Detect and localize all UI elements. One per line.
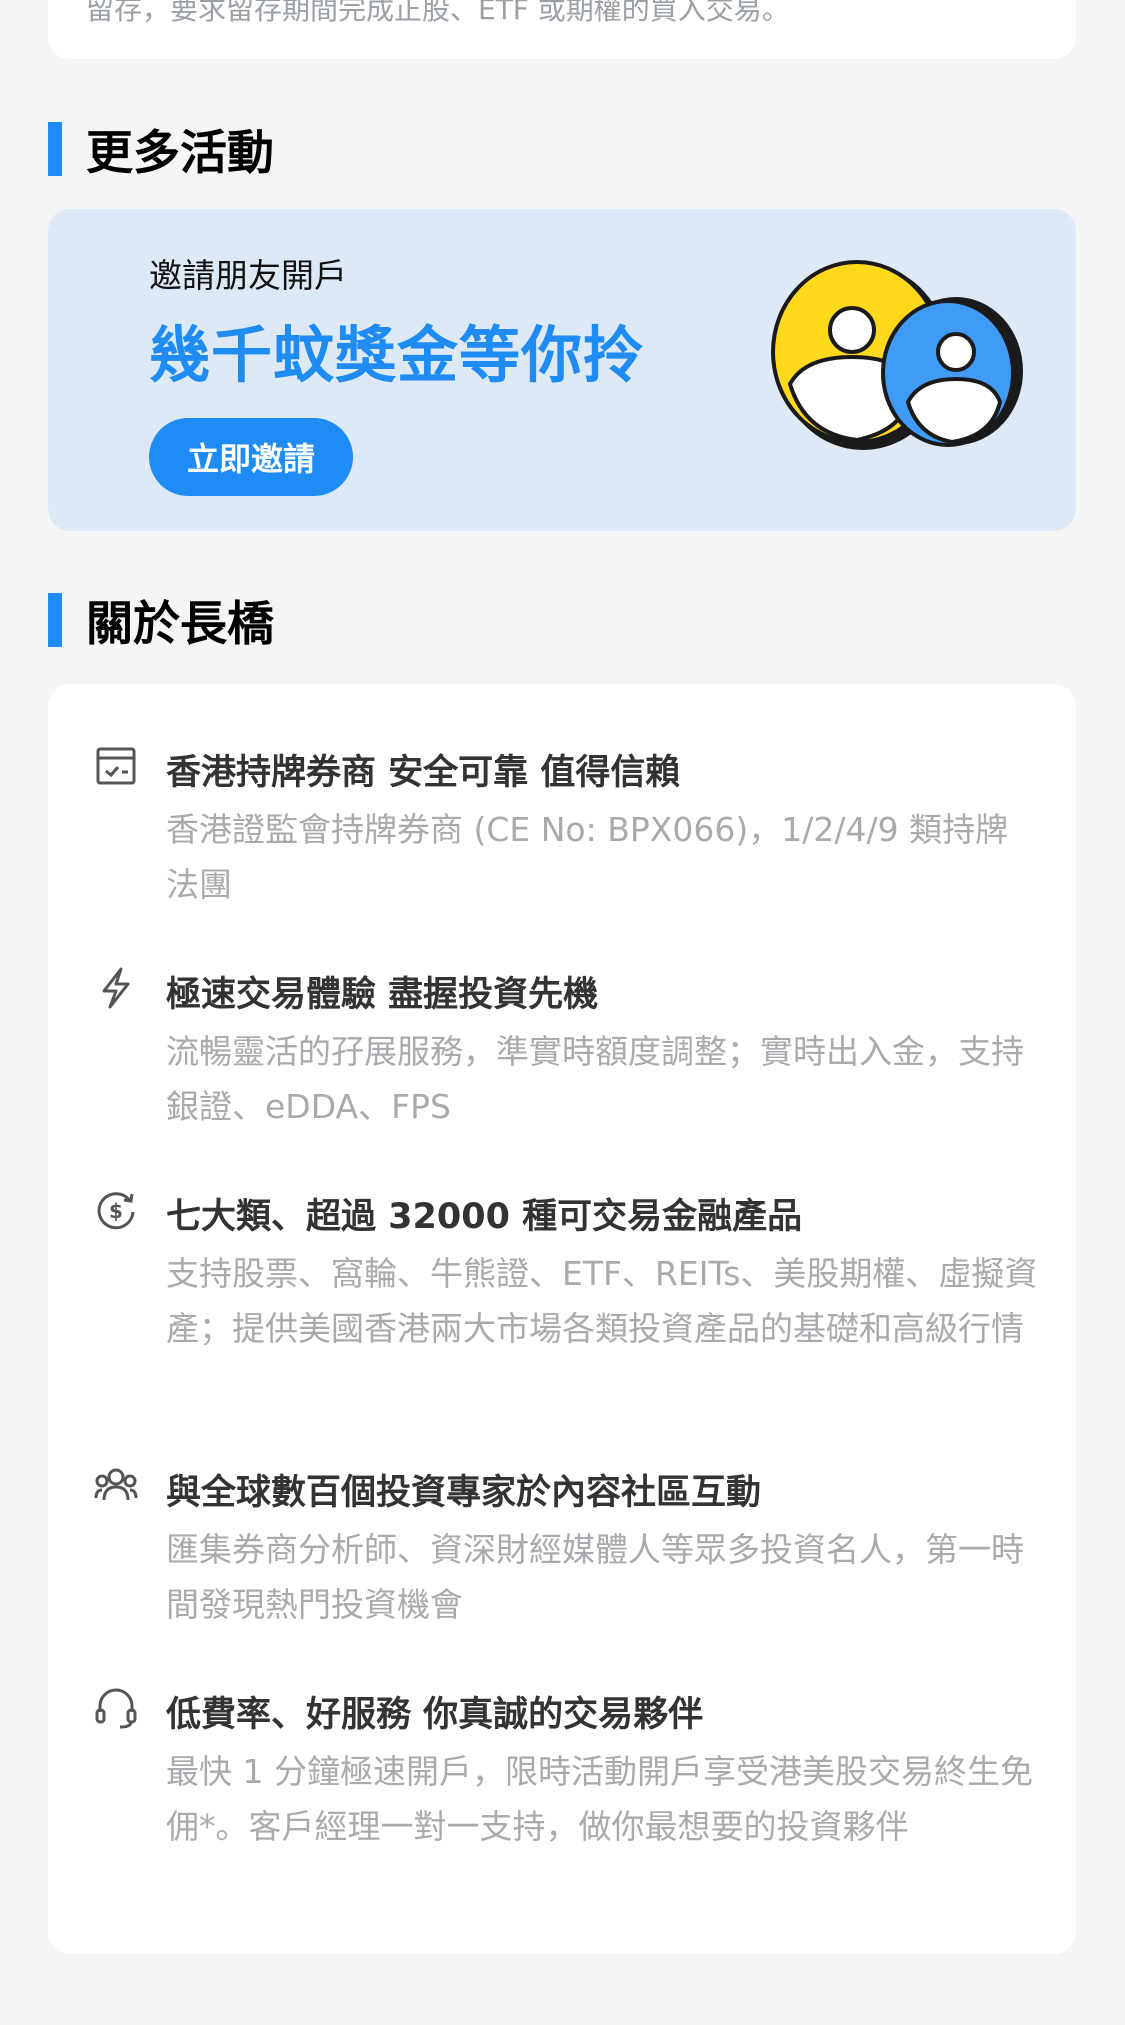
section-accent-bar	[48, 121, 62, 176]
license-check-icon	[96, 747, 136, 785]
headset-icon	[95, 1688, 137, 1729]
feature-desc: 流暢靈活的孖展服務，準實時額度調整；實時出入金，支持銀證、eDDA、FPS	[166, 1032, 1024, 1126]
about-header: 關於長橋	[48, 585, 274, 654]
feature-desc: 香港證監會持牌券商 (CE No: BPX066)，1/2/4/9 類持牌法團	[166, 810, 1009, 904]
svg-text:$: $	[109, 1199, 123, 1223]
about-title: 關於長橋	[86, 597, 274, 652]
dollar-exchange-icon: $	[97, 1192, 135, 1230]
invite-friends-banner[interactable]: 邀請朋友開戶 幾千蚊獎金等你拎 立即邀請	[48, 209, 1076, 531]
previous-section-card: 留存，要求留存期間完成正股、ETF 或期權的買入交易。	[48, 0, 1076, 59]
section-accent-bar	[48, 592, 62, 647]
previous-section-text: 留存，要求留存期間完成正股、ETF 或期權的買入交易。	[86, 0, 790, 26]
feature-title: 七大類、超過 32000 種可交易金融產品	[166, 1197, 803, 1237]
invite-subtitle: 邀請朋友開戶	[149, 256, 347, 295]
about-card: 香港持牌券商 安全可靠 值得信賴 香港證監會持牌券商 (CE No: BPX06…	[48, 684, 1076, 1954]
invite-title: 幾千蚊獎金等你拎	[149, 320, 646, 391]
more-activities-header: 更多活動	[48, 114, 274, 183]
community-icon	[94, 1468, 138, 1501]
feature-title: 極速交易體驗 盡握投資先機	[166, 975, 599, 1015]
feature-desc: 最快 1 分鐘極速開戶，限時活動開戶享受港美股交易終生免佣*。客戶經理一對一支持…	[166, 1752, 1033, 1846]
invite-now-button[interactable]: 立即邀請	[149, 418, 353, 496]
more-activities-title: 更多活動	[86, 126, 274, 181]
feature-title: 低費率、好服務 你真誠的交易夥伴	[166, 1695, 704, 1735]
lightning-icon	[102, 967, 130, 1009]
friends-coins-icon	[771, 260, 1023, 450]
feature-title: 與全球數百個投資專家於內容社區互動	[166, 1473, 762, 1513]
feature-desc: 支持股票、窩輪、牛熊證、ETF、REITs、美股期權、虛擬資產；提供美國香港兩大…	[166, 1254, 1038, 1348]
feature-desc: 匯集券商分析師、資深財經媒體人等眾多投資名人，第一時間發現熱門投資機會	[166, 1530, 1024, 1624]
feature-title: 香港持牌券商 安全可靠 值得信賴	[166, 753, 681, 793]
